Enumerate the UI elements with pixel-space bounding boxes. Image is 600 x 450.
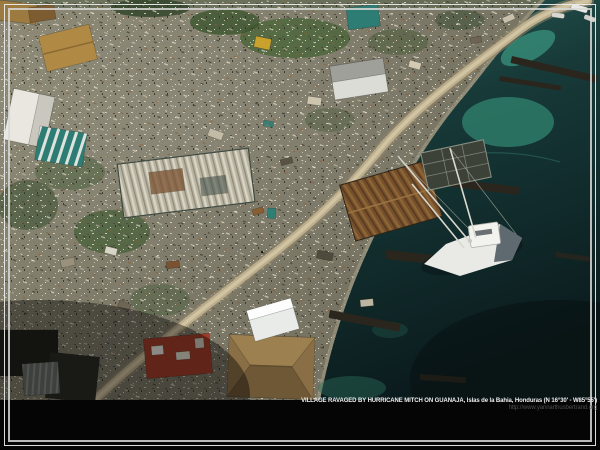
caption-url: http://www.yannarthusbertrand.org [301,405,597,412]
wallpaper-canvas: VILLAGE RAVAGED BY HURRICANE MITCH ON GU… [0,0,600,450]
photo-caption: VILLAGE RAVAGED BY HURRICANE MITCH ON GU… [301,398,597,412]
caption-title: VILLAGE RAVAGED BY HURRICANE MITCH ON GU… [301,398,597,405]
photo-scene [0,0,600,400]
aerial-photo [0,0,600,400]
